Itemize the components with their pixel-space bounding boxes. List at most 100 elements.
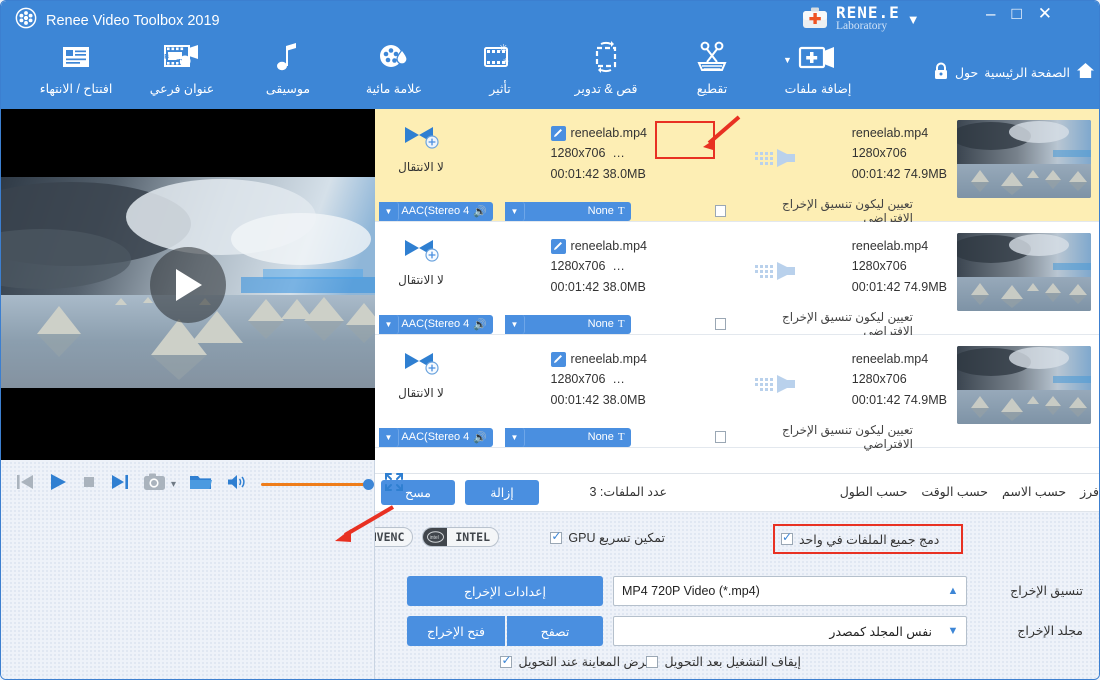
target-file-info: reneelab.mp4 1280x706 … 00:01:42 38.0MB — [550, 349, 647, 410]
sort-by-time-button[interactable]: حسب الوقت — [921, 484, 988, 499]
player-controls: ▾ — [1, 460, 404, 508]
output-folder-select[interactable]: ▼ نفس المجلد كمصدر — [613, 616, 967, 646]
chevron-down-icon[interactable]: ▼ — [783, 55, 792, 65]
chevron-down-icon[interactable]: ▼ — [505, 427, 525, 447]
volume-icon: 🔊 — [473, 205, 487, 218]
chevron-down-icon[interactable]: ▼ — [379, 314, 399, 334]
skip-next-icon[interactable] — [110, 472, 130, 497]
convert-arrow-icon — [751, 258, 809, 284]
target-more-ellipsis[interactable]: … — [612, 372, 625, 386]
table-row[interactable]: reneelab.mp4 1280x706 00:01:42 74.9MB re — [373, 222, 1099, 338]
chevron-up-icon[interactable]: ▲ — [940, 585, 966, 597]
toolbar-item-add-files[interactable]: ▼ إضافة ملفات — [765, 33, 871, 96]
chevron-down-icon[interactable]: ▼ — [505, 201, 525, 221]
toolbar-item-trim[interactable]: تقطيع — [659, 33, 765, 96]
lock-icon[interactable] — [933, 62, 949, 83]
volume-slider[interactable] — [261, 478, 375, 490]
volume-icon: 🔊 — [473, 431, 487, 444]
home-link[interactable]: الصفحة الرئيسية — [984, 65, 1070, 80]
toolbar-item-crop-rotate[interactable]: قص & تدوير — [553, 33, 659, 96]
folder-icon[interactable] — [189, 472, 213, 497]
toolbar-item-music[interactable]: موسيقى — [235, 33, 341, 96]
toolbar-item-subtitle[interactable]: SUB T عنوان فرعي — [129, 33, 235, 96]
source-resolution: 1280x706 — [851, 259, 907, 274]
chevron-down-icon[interactable]: ▼ — [379, 427, 399, 447]
sort-by-length-button[interactable]: حسب الطول — [840, 484, 908, 499]
chevron-down-icon[interactable]: ▼ — [940, 625, 966, 637]
checkbox-box[interactable] — [714, 431, 727, 443]
subtitle-track-select[interactable]: T None ▼ — [505, 427, 631, 447]
badge-intel[interactable]: intel INTEL — [422, 527, 499, 547]
browse-button[interactable]: تصفح — [507, 616, 603, 646]
add-transition-icon[interactable] — [383, 347, 459, 382]
file-list[interactable]: reneelab.mp4 1280x706 00:01:42 74.9MB re… — [373, 109, 1099, 473]
edit-pencil-icon[interactable] — [550, 125, 566, 141]
sort-by-name-button[interactable]: حسب الاسم — [1002, 484, 1066, 499]
checkbox-box[interactable] — [714, 318, 727, 330]
minimize-button[interactable]: – — [986, 5, 995, 22]
checkbox-box[interactable] — [646, 655, 659, 668]
audio-track-select[interactable]: 🔊 AAC(Stereo 4 ▼ — [379, 201, 493, 221]
intel-icon: intel — [423, 528, 448, 546]
chevron-down-icon[interactable]: ▼ — [379, 201, 399, 221]
close-button[interactable]: ✕ — [1038, 5, 1052, 22]
merge-files-label: دمج جميع الملفات في واحد — [799, 532, 940, 547]
source-size: 74.9MB — [903, 166, 947, 181]
toolbar-item-watermark[interactable]: علامة مائية — [341, 33, 447, 96]
app-title: Renee Video Toolbox 2019 — [46, 12, 220, 29]
merge-files-checkbox[interactable]: دمج جميع الملفات في واحد — [773, 524, 963, 554]
add-transition-icon[interactable] — [383, 234, 459, 269]
fullscreen-icon[interactable] — [384, 472, 404, 497]
default-format-checkbox[interactable]: تعيين ليكون تنسيق الإخراج الافتراضي — [714, 310, 913, 338]
default-format-label: تعيين ليكون تنسيق الإخراج الافتراضي — [781, 197, 913, 225]
home-icon[interactable] — [1076, 62, 1095, 82]
volume-slider-track — [261, 482, 372, 486]
audio-track-select[interactable]: 🔊 AAC(Stereo 4 ▼ — [379, 314, 493, 334]
maximize-button[interactable]: □ — [1011, 5, 1021, 22]
chevron-down-icon[interactable]: ▼ — [907, 12, 920, 27]
subtitle-track-select[interactable]: T None ▼ — [505, 314, 631, 334]
remove-button[interactable]: إزالة — [465, 480, 539, 505]
add-transition-icon[interactable] — [383, 121, 459, 156]
default-format-checkbox[interactable]: تعيين ليكون تنسيق الإخراج الافتراضي — [714, 197, 913, 225]
preview-checkbox[interactable]: عرض المعاينة عند التحويل — [500, 653, 653, 669]
table-row[interactable]: reneelab.mp4 1280x706 00:01:42 74.9MB re — [373, 335, 1099, 451]
chevron-down-icon[interactable]: ▾ — [171, 479, 176, 490]
film-reel-icon — [15, 7, 37, 34]
output-format-select[interactable]: ▲ MP4 720P Video (*.mp4) — [613, 576, 967, 606]
chevron-down-icon[interactable]: ▼ — [505, 314, 525, 334]
skip-previous-icon[interactable] — [15, 472, 35, 497]
music-note-icon — [235, 37, 341, 77]
shutdown-checkbox[interactable]: إيقاف التشغيل بعد التحويل — [646, 654, 801, 669]
play-overlay-icon[interactable] — [150, 246, 226, 323]
checkbox-box[interactable] — [500, 653, 513, 668]
convert-arrow-icon — [751, 371, 809, 397]
toolbar-item-intro-outro[interactable]: افتتاح / الانتهاء — [23, 33, 129, 96]
play-icon[interactable] — [48, 472, 68, 497]
default-format-label: تعيين ليكون تنسيق الإخراج الافتراضي — [781, 423, 913, 451]
volume-icon[interactable] — [226, 472, 248, 497]
target-more-ellipsis[interactable]: … — [612, 146, 625, 160]
checkbox-box[interactable] — [781, 530, 793, 545]
source-resolution: 1280x706 — [851, 372, 907, 387]
checkbox-box[interactable] — [714, 205, 727, 217]
gpu-acceleration-checkbox[interactable]: تمكين تسريع GPU — [550, 529, 665, 545]
default-format-checkbox[interactable]: تعيين ليكون تنسيق الإخراج الافتراضي — [714, 423, 913, 451]
edit-pencil-icon[interactable] — [550, 238, 566, 254]
video-preview[interactable] — [1, 109, 375, 460]
edit-pencil-icon[interactable] — [550, 351, 566, 367]
toolbar-item-effect[interactable]: ✳ ✳ تأثير — [447, 33, 553, 96]
subtitle-track-select[interactable]: T None ▼ — [505, 201, 631, 221]
camera-icon[interactable] — [143, 472, 167, 497]
stop-icon[interactable] — [81, 474, 97, 495]
output-settings-button[interactable]: إعدادات الإخراج — [407, 576, 603, 606]
audio-track-value: AAC(Stereo 4 — [401, 205, 470, 217]
about-link[interactable]: حول — [955, 65, 978, 80]
open-output-button[interactable]: فتح الإخراج — [407, 616, 505, 646]
audio-track-select[interactable]: 🔊 AAC(Stereo 4 ▼ — [379, 427, 493, 447]
checkbox-box[interactable] — [550, 529, 563, 544]
sort-controls: فرز حسب الاسم حسب الوقت حسب الطول — [769, 484, 1099, 499]
volume-slider-knob[interactable] — [363, 478, 375, 490]
table-row[interactable]: reneelab.mp4 1280x706 00:01:42 74.9MB re… — [373, 109, 1099, 225]
target-more-ellipsis[interactable]: … — [612, 259, 625, 273]
